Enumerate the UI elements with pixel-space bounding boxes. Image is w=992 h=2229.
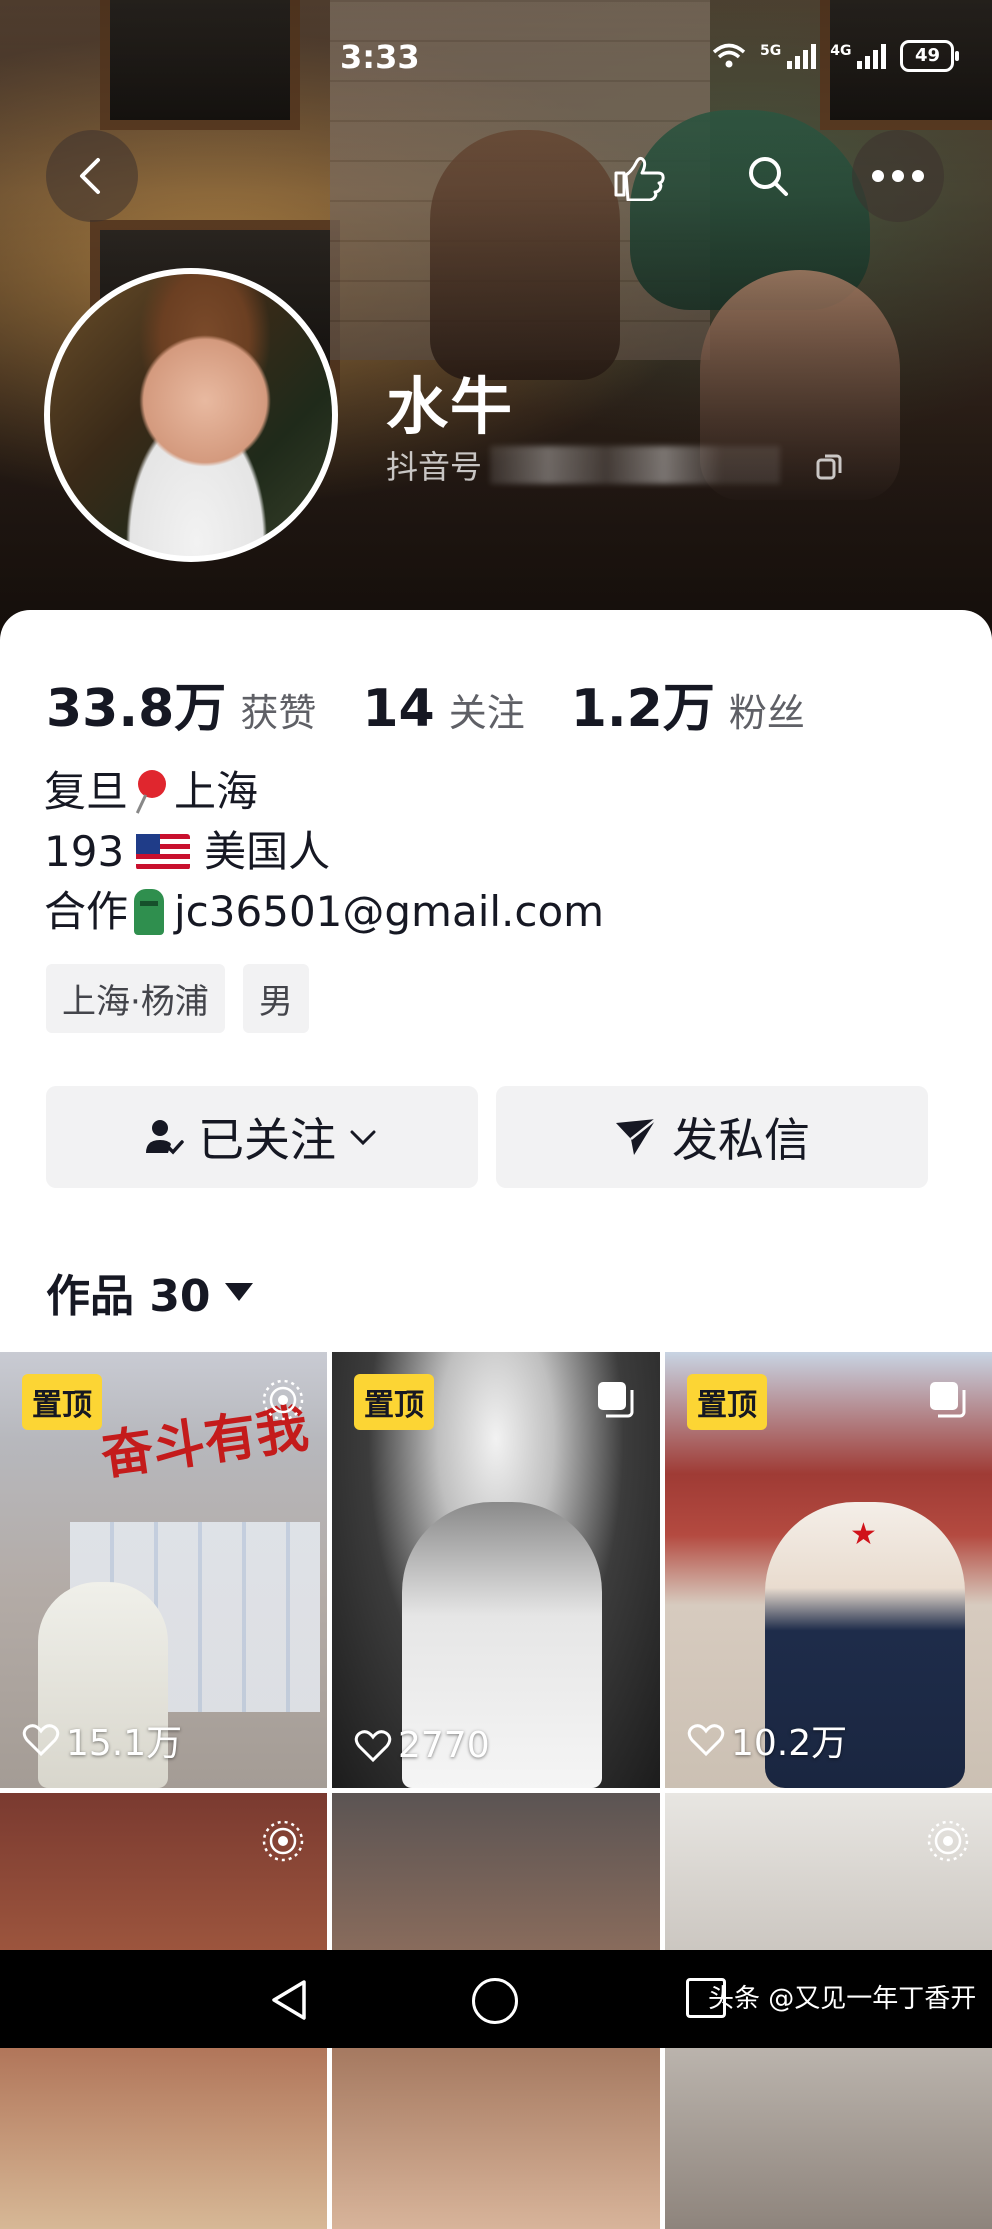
live-icon bbox=[262, 1379, 304, 1421]
works-label: 作品 30 bbox=[46, 1271, 211, 1322]
works-tab[interactable]: 作品 30 bbox=[46, 1260, 253, 1324]
likes-count: 15.1万 bbox=[66, 1723, 183, 1764]
wifi-icon bbox=[712, 43, 746, 68]
tile-likes: 15.1万 bbox=[22, 1714, 182, 1766]
gender-tag: 男 bbox=[242, 964, 309, 1033]
bio-cooperation: 合作 bbox=[44, 887, 129, 936]
likes-count: 10.2万 bbox=[731, 1723, 848, 1764]
bio-school: 复旦 bbox=[44, 767, 129, 816]
live-icon bbox=[927, 1820, 969, 1862]
avatar[interactable] bbox=[44, 268, 338, 562]
signal-icon bbox=[857, 43, 887, 69]
bio-nationality: 美国人 bbox=[204, 827, 331, 876]
bio-email: jc36501@gmail.com bbox=[174, 887, 605, 936]
copy-icon[interactable] bbox=[814, 450, 846, 482]
followers-count[interactable]: 1.2万 bbox=[571, 666, 715, 741]
star-icon: ★ bbox=[850, 1517, 877, 1552]
followed-button[interactable]: 已关注 bbox=[46, 1086, 478, 1188]
likes-count: 2770 bbox=[398, 1725, 490, 1766]
followed-label: 已关注 bbox=[198, 1113, 336, 1167]
bio-line: 复旦 上海 bbox=[44, 762, 604, 822]
live-icon bbox=[262, 1820, 304, 1862]
works-grid: 奋斗有我 置顶 15.1万 置顶 2770 ★ 置顶 10.2万 bbox=[0, 1352, 992, 2229]
back-button[interactable] bbox=[46, 130, 138, 222]
hand-icon bbox=[614, 156, 665, 201]
send-message-label: 发私信 bbox=[672, 1113, 810, 1167]
following-label: 关注 bbox=[448, 691, 525, 735]
search-button[interactable] bbox=[722, 130, 814, 222]
video-tile[interactable]: 奋斗有我 置顶 15.1万 bbox=[0, 1352, 327, 1788]
chevron-down-icon bbox=[350, 1130, 376, 1146]
video-tile[interactable]: 置顶 2770 bbox=[332, 1352, 660, 1788]
heart-icon bbox=[354, 1729, 392, 1762]
status-bar: 3:33 5G 4G 49 bbox=[0, 38, 992, 78]
heart-icon bbox=[22, 1724, 60, 1757]
bio: 复旦 上海 193 美国人 合作 jc36501@gmail.com bbox=[44, 762, 604, 942]
caret-down-icon bbox=[224, 1283, 253, 1301]
bio-line: 合作 jc36501@gmail.com bbox=[44, 882, 604, 942]
tile-likes: 10.2万 bbox=[687, 1714, 847, 1766]
nav-back-icon[interactable] bbox=[268, 1978, 312, 2022]
recommend-button[interactable] bbox=[592, 130, 684, 222]
pinned-badge: 置顶 bbox=[687, 1374, 767, 1430]
douyin-id-blurred bbox=[490, 446, 781, 484]
bio-line: 193 美国人 bbox=[44, 822, 604, 882]
system-nav-bar: 头条 @又见一年丁香开 bbox=[0, 1950, 992, 2048]
location-tag: 上海·杨浦 bbox=[46, 964, 225, 1033]
likes-label: 获赞 bbox=[240, 691, 317, 735]
more-icon bbox=[868, 167, 928, 186]
video-tile[interactable]: ★ 置顶 10.2万 bbox=[665, 1352, 992, 1788]
douyin-id: 抖音号 bbox=[386, 442, 781, 488]
pushpin-icon bbox=[134, 768, 168, 816]
nav-home-icon[interactable] bbox=[472, 1978, 518, 2024]
likes-count[interactable]: 33.8万 bbox=[46, 666, 226, 741]
pinned-badge: 置顶 bbox=[354, 1374, 434, 1430]
battery-icon: 49 bbox=[900, 40, 960, 72]
heart-icon bbox=[687, 1724, 725, 1757]
status-time: 3:33 bbox=[340, 38, 420, 76]
back-icon bbox=[80, 158, 100, 194]
multi-image-icon bbox=[598, 1382, 634, 1418]
bio-height: 193 bbox=[44, 827, 125, 876]
profile-actions: 已关注 发私信 bbox=[46, 1086, 928, 1188]
postbox-icon bbox=[134, 889, 165, 935]
search-icon bbox=[749, 157, 788, 196]
status-icons: 5G 4G 49 bbox=[712, 40, 960, 72]
network-5g-label: 5G bbox=[760, 43, 782, 59]
network-4g-label: 4G bbox=[830, 43, 852, 59]
following-count[interactable]: 14 bbox=[362, 679, 434, 739]
multi-image-icon bbox=[930, 1382, 966, 1418]
send-icon bbox=[614, 1117, 658, 1157]
send-message-button[interactable]: 发私信 bbox=[496, 1086, 928, 1188]
douyin-id-label: 抖音号 bbox=[386, 448, 483, 486]
tile-likes: 2770 bbox=[354, 1725, 490, 1766]
follow-person-icon bbox=[144, 1117, 184, 1157]
bio-city: 上海 bbox=[174, 767, 259, 816]
pinned-badge: 置顶 bbox=[22, 1374, 102, 1430]
nickname: 水牛 bbox=[386, 370, 515, 443]
us-flag-icon bbox=[136, 834, 191, 870]
profile-tags: 上海·杨浦 男 bbox=[46, 964, 309, 1033]
followers-label: 粉丝 bbox=[728, 691, 805, 735]
signal-icon bbox=[787, 43, 817, 69]
more-button[interactable] bbox=[852, 130, 944, 222]
watermark: 头条 @又见一年丁香开 bbox=[708, 1984, 977, 2014]
profile-stats: 33.8万 获赞 14 关注 1.2万 粉丝 bbox=[46, 666, 851, 741]
